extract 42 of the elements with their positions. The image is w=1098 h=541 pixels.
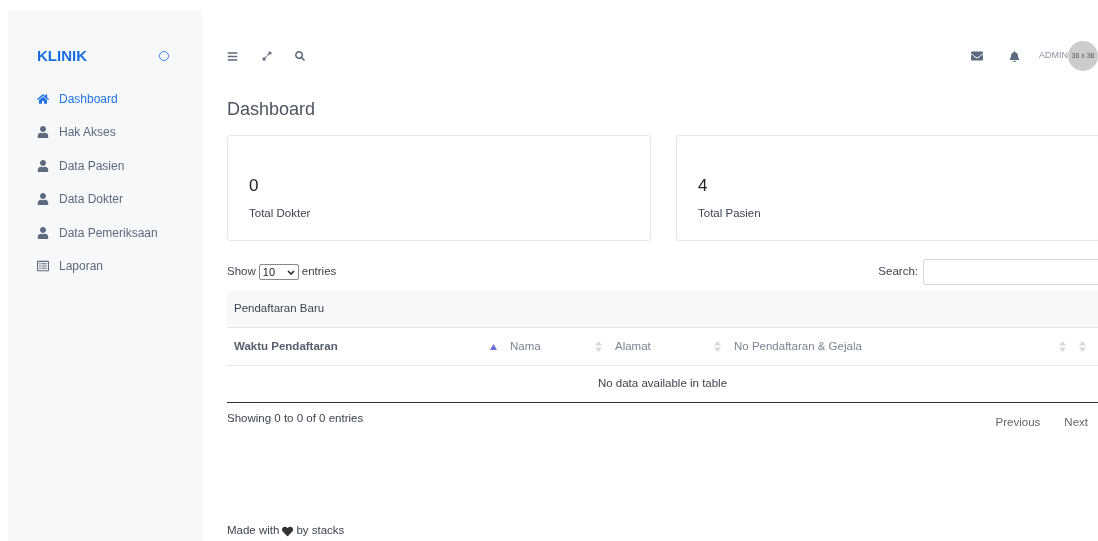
empty-table-message: No data available in table	[597, 376, 728, 392]
chevron-down-icon	[286, 269, 295, 275]
sidebar-item[interactable]: Hak Akses	[37, 115, 169, 149]
pagination-button[interactable]: Previous	[983, 413, 1053, 433]
sidebar-item[interactable]: Dashboard	[37, 82, 169, 116]
column-header[interactable]: Alamat	[608, 328, 727, 365]
column-header[interactable]: Nama	[503, 328, 608, 365]
footer-text: Made with	[227, 523, 280, 539]
sidebar-item[interactable]: Data Dokter	[37, 182, 169, 216]
stat-label: Total Pasien	[698, 205, 762, 221]
menu-icon[interactable]	[227, 50, 238, 62]
page-length-select[interactable]: 10	[258, 264, 299, 280]
user-icon	[37, 193, 49, 206]
expand-icon[interactable]	[262, 51, 272, 61]
heart-icon	[282, 525, 294, 537]
stat-value: 0	[249, 175, 260, 197]
user-icon	[37, 126, 49, 139]
user-icon	[37, 226, 49, 239]
document-icon	[37, 260, 49, 273]
stat-label: Total Dokter	[249, 205, 312, 221]
column-header[interactable]: Waktu Pendaftaran	[227, 328, 503, 365]
table-caption: Pendaftaran Baru	[227, 291, 1098, 328]
table-info: Showing 0 to 0 of 0 entries	[227, 411, 364, 426]
stat-value: 4	[698, 175, 709, 197]
user-name[interactable]: ADMIN	[1039, 49, 1068, 63]
search-icon[interactable]	[295, 51, 305, 61]
page-title: Dashboard	[227, 98, 317, 121]
sidebar-item[interactable]: Laporan	[37, 249, 169, 283]
search-field[interactable]	[923, 259, 1098, 285]
home-icon	[37, 92, 49, 105]
length-label: Show	[227, 264, 256, 280]
sidebar-item[interactable]: Data Pasien	[37, 149, 169, 183]
length-label: entries	[301, 264, 337, 280]
sidebar-item[interactable]: Data Pemeriksaan	[37, 216, 169, 250]
footer-text: by stacks	[296, 523, 345, 539]
brand-logo[interactable]: KLINIK	[37, 44, 87, 68]
user-icon	[37, 159, 49, 172]
column-header[interactable]: No Pendaftaran & Gejala	[727, 328, 1072, 365]
mail-icon[interactable]	[971, 50, 983, 62]
search-label: Search:	[878, 264, 918, 280]
pagination-button[interactable]: Next	[1052, 413, 1098, 433]
bell-icon[interactable]	[1009, 50, 1020, 62]
